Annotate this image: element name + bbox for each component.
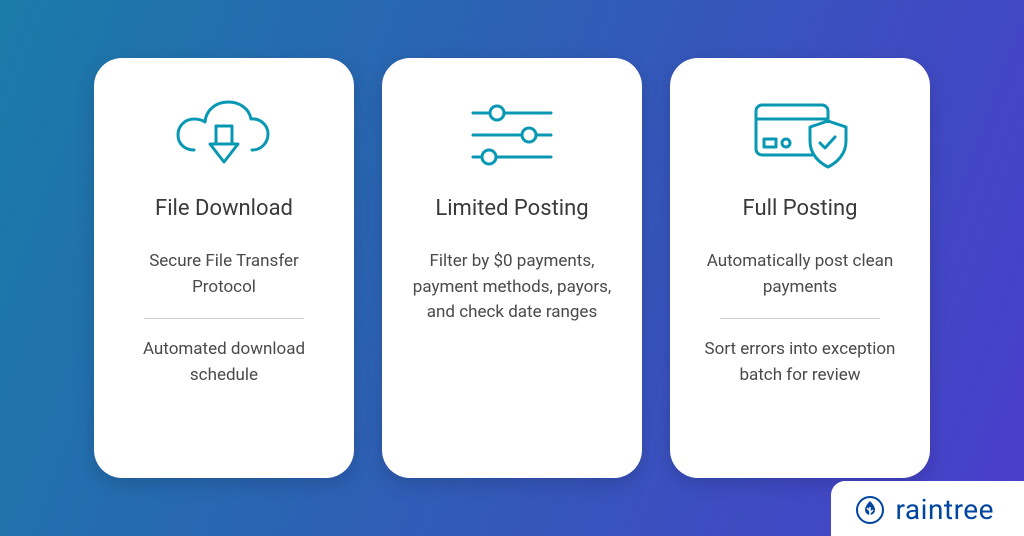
card-title: File Download xyxy=(155,196,293,221)
card-body: Filter by $0 payments, payment methods, … xyxy=(408,249,616,446)
raintree-mark-icon xyxy=(855,495,885,525)
background: File Download Secure File Transfer Proto… xyxy=(0,0,1024,536)
cloud-download-icon xyxy=(174,90,274,180)
card-item: Secure File Transfer Protocol xyxy=(120,249,328,300)
card-item: Filter by $0 payments, payment methods, … xyxy=(408,249,616,326)
card-item: Sort errors into exception batch for rev… xyxy=(696,337,904,388)
card-item: Automatically post clean payments xyxy=(696,249,904,300)
card-full-posting: Full Posting Automatically post clean pa… xyxy=(670,58,930,478)
divider xyxy=(144,318,304,319)
sliders-icon xyxy=(467,90,557,180)
card-title: Full Posting xyxy=(743,196,858,221)
card-file-download: File Download Secure File Transfer Proto… xyxy=(94,58,354,478)
card-body: Secure File Transfer Protocol Automated … xyxy=(120,249,328,446)
brand-logo-text: raintree xyxy=(895,493,994,526)
brand-logo: raintree xyxy=(831,481,1024,536)
card-body: Automatically post clean payments Sort e… xyxy=(696,249,904,446)
card-item: Automated download schedule xyxy=(120,337,328,388)
card-limited-posting: Limited Posting Filter by $0 payments, p… xyxy=(382,58,642,478)
card-shield-icon xyxy=(750,90,850,180)
card-title: Limited Posting xyxy=(435,196,588,221)
divider xyxy=(720,318,880,319)
